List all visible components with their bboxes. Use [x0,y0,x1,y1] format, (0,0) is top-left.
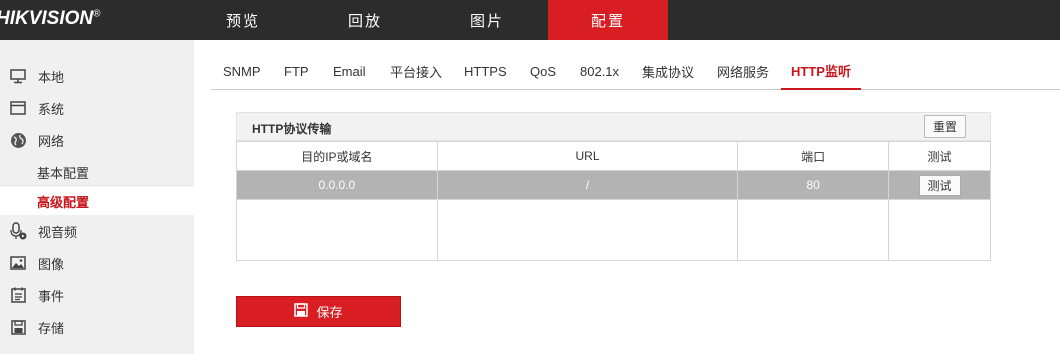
panel-title: HTTP协议传输 [252,122,332,136]
column-header-port: 端口 [737,141,890,171]
sidebar-item-system[interactable]: 系统 [0,93,194,123]
column-header-test: 测试 [888,141,991,171]
panel-header: HTTP协议传输 重置 [236,112,991,141]
sidebar-item-label: 事件 [38,288,65,304]
tab-bar: SNMP FTP Email 平台接入 HTTPS QoS 802.1x 集成协… [211,52,1060,90]
nav-configuration[interactable]: 配置 [548,0,668,40]
top-bar: HIKVISION® 预览 回放 图片 配置 [0,0,1060,40]
nav-picture[interactable]: 图片 [427,0,547,40]
tab-integration-protocol[interactable]: 集成协议 [642,52,694,90]
sidebar-item-label: 图像 [38,256,65,272]
empty-cell [436,199,739,261]
storage-icon [9,318,27,336]
sidebar-item-label: 网络 [38,133,65,149]
mic-icon [9,222,27,240]
empty-cell [737,199,890,261]
column-header-url: URL [436,141,739,171]
empty-cell [888,199,991,261]
column-header-ip: 目的IP或域名 [236,141,438,171]
sidebar-subitem-advanced[interactable]: 高级配置 [0,187,194,215]
save-button[interactable]: 保存 [236,296,401,327]
sidebar-item-local[interactable]: 本地 [0,61,194,91]
sidebar-item-event[interactable]: 事件 [0,280,194,310]
cell-test: 测试 [888,170,991,200]
table-row[interactable]: 0.0.0.0 / 80 测试 [236,170,991,200]
sidebar-item-label: 存储 [38,320,65,336]
reset-button[interactable]: 重置 [924,115,966,138]
tab-https[interactable]: HTTPS [464,52,507,90]
globe-icon [9,131,27,149]
tab-http-listening[interactable]: HTTP监听 [781,52,861,90]
sidebar-item-label: 系统 [38,101,65,117]
tab-8021x[interactable]: 802.1x [580,52,619,90]
monitor-icon [9,67,27,85]
nav-playback[interactable]: 回放 [305,0,425,40]
sidebar-item-image[interactable]: 图像 [0,248,194,278]
sidebar-item-label: 本地 [38,69,65,85]
sidebar-item-label: 视音频 [38,224,78,240]
system-icon [9,99,27,117]
tab-snmp[interactable]: SNMP [223,52,261,90]
tab-ftp[interactable]: FTP [284,52,309,90]
sidebar-subitem-basic[interactable]: 基本配置 [0,158,194,186]
save-icon [294,303,309,320]
sidebar-item-storage[interactable]: 存储 [0,312,194,342]
sidebar-item-video-audio[interactable]: 视音频 [0,216,194,246]
save-label: 保存 [316,305,343,320]
brand-logo: HIKVISION® [0,8,101,29]
empty-cell [236,199,438,261]
cell-ip: 0.0.0.0 [236,170,438,200]
nav-preview[interactable]: 预览 [183,0,303,40]
tab-platform-access[interactable]: 平台接入 [390,52,442,90]
sidebar: 本地 系统 网络 基本配置 高级配置 视音频 图像 事件 存储 [0,40,194,354]
test-button[interactable]: 测试 [918,174,961,196]
tab-email[interactable]: Email [333,52,366,90]
image-icon [9,254,27,272]
sidebar-item-network[interactable]: 网络 [0,125,194,155]
tab-qos[interactable]: QoS [530,52,556,90]
tab-network-service[interactable]: 网络服务 [717,52,769,90]
table-header-row: 目的IP或域名 URL 端口 测试 [236,141,991,171]
cell-url: / [436,170,739,200]
table-empty-row [236,199,991,261]
http-listening-table: 目的IP或域名 URL 端口 测试 0.0.0.0 / 80 测试 [236,141,991,261]
cell-port: 80 [737,170,890,200]
event-icon [9,286,27,304]
